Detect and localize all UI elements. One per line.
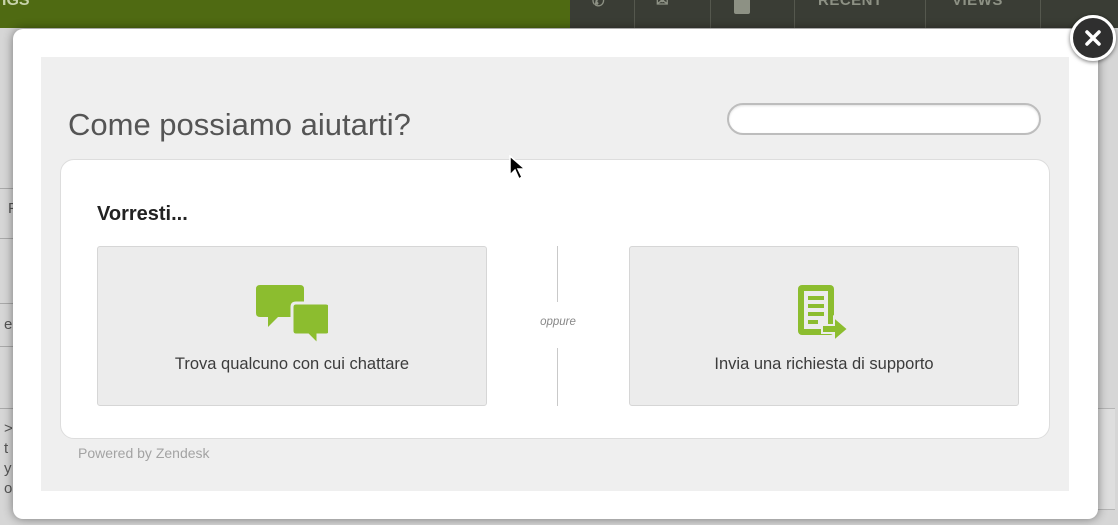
nav-separator xyxy=(634,0,635,28)
background-brand-text: IGS xyxy=(2,0,30,9)
choice-card: Vorresti... Trova qualcuno con cui chatt… xyxy=(60,159,1050,439)
chat-option-label: Trova qualcuno con cui chattare xyxy=(174,355,410,373)
background-nav: ✆ ✉ RECENT VIEWS xyxy=(570,0,1118,28)
search-input[interactable] xyxy=(727,103,1041,135)
help-modal: Come possiamo aiutarti? Vorresti... Trov… xyxy=(13,29,1098,519)
background-fragment: e xyxy=(4,316,13,333)
support-request-option-label: Invia una richiesta di supporto xyxy=(714,355,934,373)
powered-by-link[interactable]: Powered by Zendesk xyxy=(78,445,210,461)
nav-separator xyxy=(1040,0,1041,28)
modal-body: Come possiamo aiutarti? Vorresti... Trov… xyxy=(41,57,1069,491)
nav-separator xyxy=(794,0,795,28)
background-fragment: y xyxy=(4,460,12,477)
chat-option-button[interactable]: Trova qualcuno con cui chattare xyxy=(97,246,487,406)
choice-heading: Vorresti... xyxy=(97,203,188,225)
close-icon xyxy=(1085,30,1101,46)
phone-icon: ✆ xyxy=(592,0,606,10)
chat-icon: ✉ xyxy=(656,0,670,10)
divider-line xyxy=(557,348,558,406)
nav-separator xyxy=(710,0,711,28)
chat-bubbles-icon xyxy=(256,283,332,352)
modal-title: Come possiamo aiutarti? xyxy=(68,107,411,142)
divider-label: oppure xyxy=(540,316,576,328)
nav-recent: RECENT xyxy=(818,0,883,9)
background-fragment: t xyxy=(4,440,9,457)
nav-separator xyxy=(925,0,926,28)
background-topbar: IGS ✆ ✉ RECENT VIEWS xyxy=(0,0,1118,28)
divider-line xyxy=(557,246,558,302)
nav-views: VIEWS xyxy=(952,0,1003,9)
close-button[interactable] xyxy=(1070,15,1116,61)
document-icon xyxy=(734,0,750,14)
background-fragment: > xyxy=(4,420,13,437)
document-arrow-icon xyxy=(796,283,852,352)
background-brand-area: IGS xyxy=(0,0,570,28)
support-request-option-button[interactable]: Invia una richiesta di supporto xyxy=(629,246,1019,406)
mouse-cursor-icon xyxy=(509,154,528,186)
